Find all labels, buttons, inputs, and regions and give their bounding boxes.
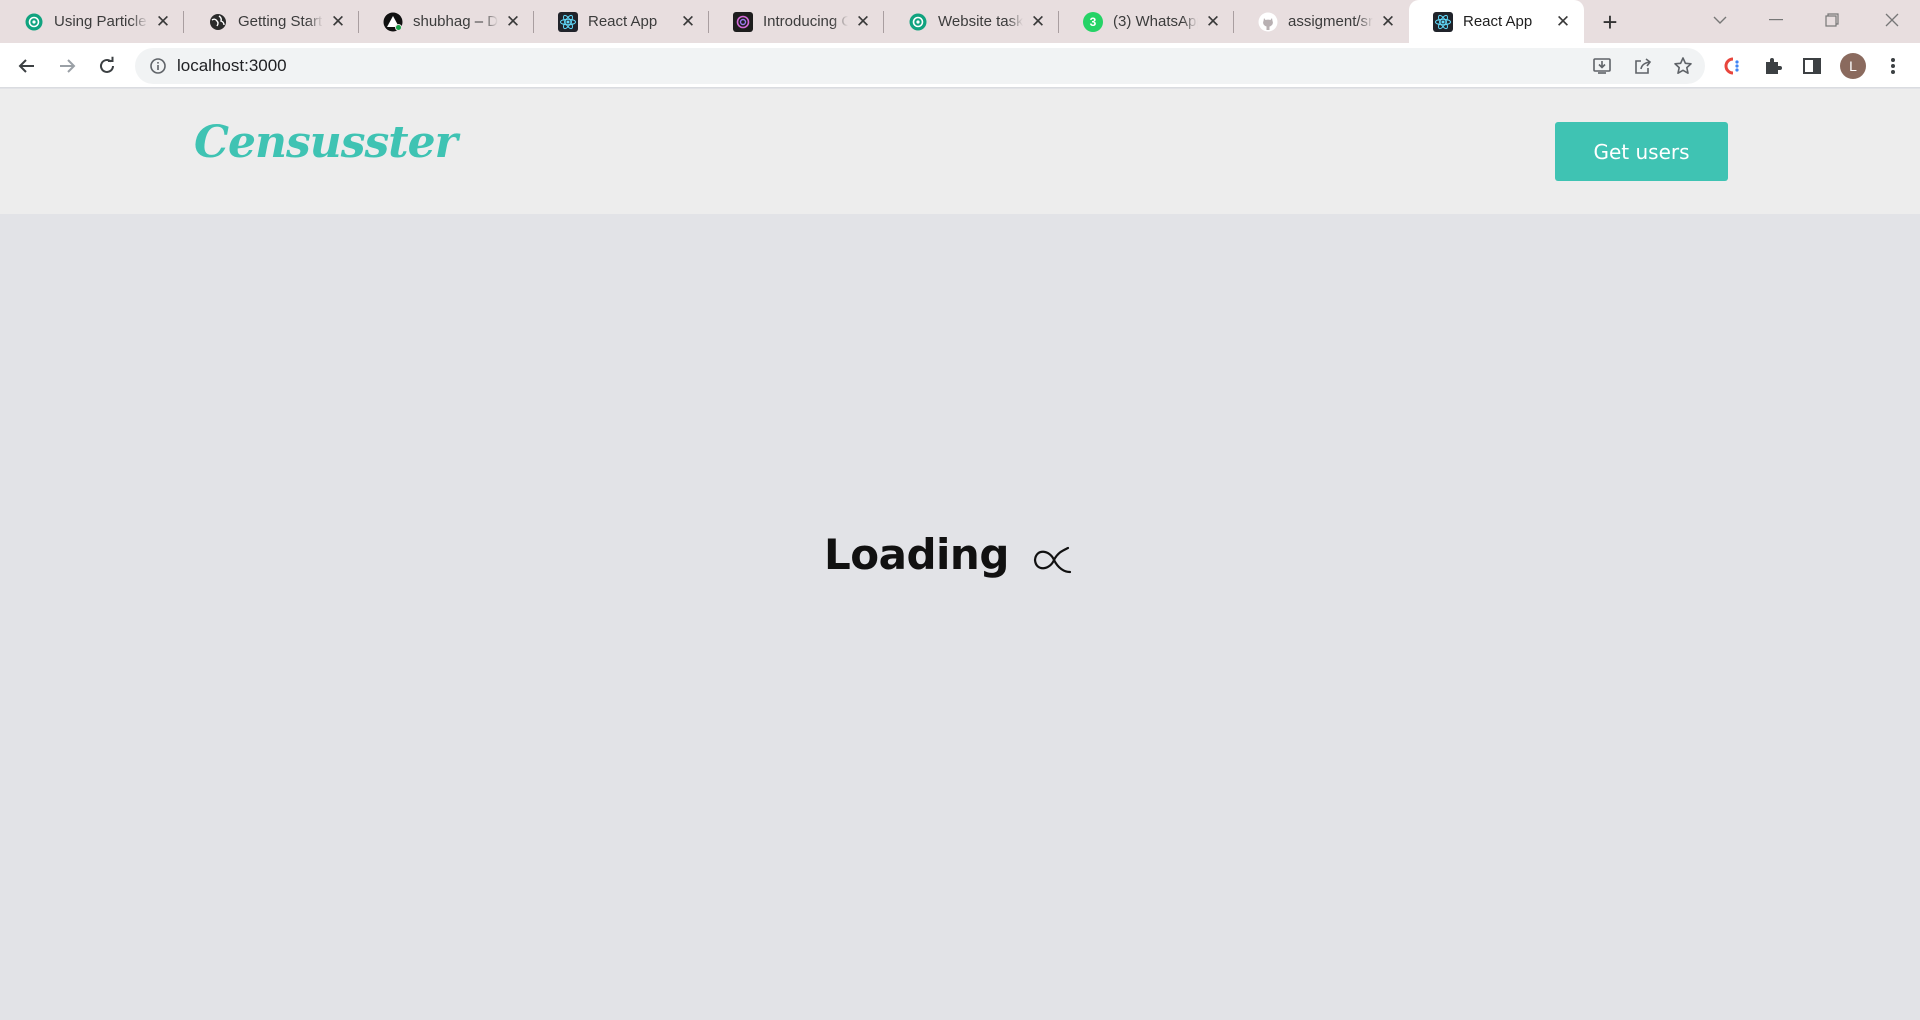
browser-toolbar: localhost:3000 L [0, 43, 1920, 88]
share-icon[interactable] [1629, 53, 1657, 79]
address-bar[interactable]: localhost:3000 [135, 48, 1705, 84]
close-tab-icon[interactable]: ✕ [1204, 12, 1222, 31]
tab-shubhag-deployments[interactable]: shubhag – Deployments ✕ [359, 0, 534, 43]
globe-icon [208, 12, 228, 32]
profile-avatar[interactable]: L [1840, 53, 1866, 79]
tab-title: Introducing ChatGPT [763, 13, 848, 30]
chatgpt-icon [908, 12, 928, 32]
new-tab-button[interactable]: + [1594, 6, 1626, 38]
tab-website-task[interactable]: Website task clone ✕ [884, 0, 1059, 43]
extensions-puzzle-icon[interactable] [1756, 49, 1790, 83]
close-tab-icon[interactable]: ✕ [854, 12, 872, 31]
close-tab-icon[interactable]: ✕ [504, 12, 522, 31]
tab-title: (3) WhatsApp [1113, 13, 1198, 30]
whatsapp-badge: 3 [1089, 14, 1097, 29]
tab-title: assigment/src [1288, 13, 1373, 30]
main-content: Loading [0, 214, 1920, 1020]
loading-text: Loading [824, 530, 1009, 579]
tab-strip: Using Particle.js ✕ Getting Started ✕ sh… [0, 0, 1920, 43]
tab-title: Website task clone [938, 13, 1023, 30]
extension-colorpick-icon[interactable] [1715, 49, 1749, 83]
more-menu-icon[interactable] [1876, 49, 1910, 83]
url-text[interactable]: localhost:3000 [177, 56, 287, 76]
close-tab-icon[interactable]: ✕ [329, 12, 347, 31]
tab-title: React App [1463, 13, 1533, 30]
tab-using-particle[interactable]: Using Particle.js ✕ [0, 0, 184, 43]
loading-spinner-icon [1033, 546, 1072, 574]
forward-arrow-icon[interactable] [50, 49, 84, 83]
restore-icon[interactable] [1804, 0, 1860, 40]
tab-title: shubhag – Deployments [413, 13, 498, 30]
vercel-icon [383, 12, 403, 32]
back-arrow-icon[interactable] [10, 49, 44, 83]
chatgpt-icon [24, 12, 44, 32]
site-info-icon[interactable] [149, 57, 167, 75]
close-tab-icon[interactable]: ✕ [154, 12, 172, 31]
github-icon [1258, 12, 1278, 32]
minimize-icon[interactable] [1748, 0, 1804, 40]
install-app-icon[interactable] [1588, 53, 1616, 79]
tab-introducing-chatgpt[interactable]: Introducing ChatGPT ✕ [709, 0, 884, 43]
tab-assigment-src[interactable]: assigment/src ✕ [1234, 0, 1409, 43]
close-tab-icon[interactable]: ✕ [1029, 12, 1047, 31]
close-tab-icon[interactable]: ✕ [679, 12, 697, 31]
tab-title: React App [588, 13, 658, 30]
tab-react-app-active[interactable]: React App ✕ [1409, 0, 1584, 43]
site-logo[interactable]: Censusster [194, 117, 458, 168]
tab-getting-started[interactable]: Getting Started ✕ [184, 0, 359, 43]
tab-react-app[interactable]: React App ✕ [534, 0, 709, 43]
close-window-icon[interactable] [1864, 0, 1920, 40]
tab-search-icon[interactable] [1692, 0, 1748, 40]
openai-icon [733, 11, 753, 32]
site-header: Censusster Get users [0, 89, 1920, 214]
tab-whatsapp[interactable]: 3 (3) WhatsApp ✕ [1059, 0, 1234, 43]
close-tab-icon[interactable]: ✕ [1379, 12, 1397, 31]
tab-title: Getting Started [238, 13, 323, 30]
react-icon [558, 11, 578, 32]
get-users-button[interactable]: Get users [1555, 122, 1728, 181]
close-tab-icon[interactable]: ✕ [1554, 12, 1572, 31]
whatsapp-icon: 3 [1083, 11, 1103, 32]
react-icon [1433, 11, 1453, 32]
bookmark-star-icon[interactable] [1669, 53, 1697, 79]
tab-title: Using Particle.js [54, 13, 148, 30]
reload-icon[interactable] [90, 49, 124, 83]
side-panel-icon[interactable] [1795, 49, 1829, 83]
